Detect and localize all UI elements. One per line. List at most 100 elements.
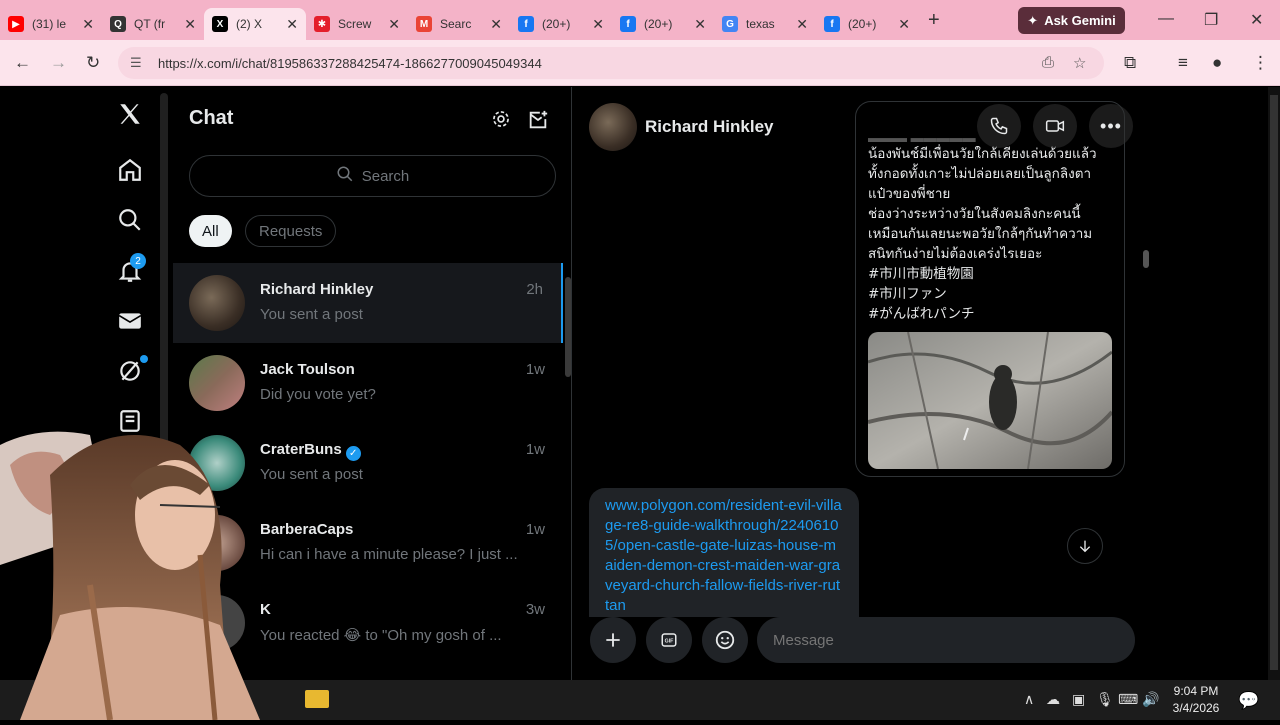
tab-close-icon[interactable]: ✕	[388, 16, 400, 33]
reload-icon[interactable]: ↻	[86, 53, 100, 73]
show-hidden-icons-chevron-icon[interactable]: ∧	[1024, 691, 1034, 708]
message-link[interactable]: www.polygon.com/resident-evil-village-re…	[605, 497, 842, 614]
tab-close-icon[interactable]: ✕	[82, 16, 94, 33]
filter-requests-tab[interactable]: Requests	[245, 215, 337, 247]
tab-close-icon[interactable]: ✕	[694, 16, 706, 33]
tab-close-icon[interactable]: ✕	[490, 16, 502, 33]
tray-app-icon[interactable]: ▣	[1072, 691, 1085, 708]
messages-mail-icon[interactable]	[116, 307, 144, 335]
emoji-icon	[715, 630, 735, 650]
video-call-button[interactable]	[1033, 104, 1077, 148]
close-window-button[interactable]: ✕	[1250, 10, 1263, 30]
install-app-icon[interactable]: ⎙	[1042, 54, 1054, 71]
x-icon: X	[212, 16, 228, 32]
back-icon[interactable]: ←	[14, 53, 31, 73]
more-dots-icon: •••	[1100, 115, 1122, 136]
tab-close-icon[interactable]: ✕	[184, 16, 196, 33]
scroll-down-button[interactable]	[1067, 528, 1103, 564]
explore-search-icon[interactable]	[116, 206, 144, 234]
filter-all-tab[interactable]: All	[189, 215, 232, 247]
home-icon[interactable]	[116, 156, 144, 184]
onedrive-cloud-icon[interactable]: ☁	[1046, 691, 1060, 708]
browser-tab[interactable]: f (20+) ✕	[816, 8, 918, 40]
conversation-pane: ▬▬▬ ▬▬▬▬▬ น้องพันช์มีเพื่อนวัยใกล้เคียงเ…	[573, 87, 1151, 680]
post-image[interactable]	[868, 332, 1112, 469]
phone-icon	[990, 117, 1008, 135]
qt-icon: Q	[110, 16, 126, 32]
page-scrollbar-thumb[interactable]	[1270, 95, 1278, 670]
tab-label: (20+)	[644, 17, 673, 31]
facebook-icon: f	[620, 16, 636, 32]
arrow-down-icon	[1079, 540, 1091, 553]
tab-close-icon[interactable]: ✕	[796, 16, 808, 33]
file-explorer-icon[interactable]	[305, 690, 329, 708]
tab-close-icon[interactable]: ✕	[286, 16, 298, 33]
system-clock[interactable]: 9:04 PM 3/4/2026	[1166, 683, 1226, 717]
chat-list-scrollbar[interactable]	[565, 267, 571, 677]
search-icon	[336, 165, 354, 187]
tab-label: (2) X	[236, 17, 263, 31]
chat-settings-gear-icon[interactable]	[491, 109, 511, 134]
gemini-icon: ✦	[1027, 12, 1039, 28]
browser-tab[interactable]: ▶ (31) le ✕	[0, 8, 102, 40]
tab-close-icon[interactable]: ✕	[898, 16, 910, 33]
browser-tab[interactable]: f (20+) ✕	[510, 8, 612, 40]
tab-strip: ▶ (31) le ✕ Q QT (fr ✕ X (2) X ✕ ✱ Screw ✕ M Searc ✕ f (…	[0, 0, 918, 40]
google-icon: G	[722, 16, 738, 32]
restore-button[interactable]: ❐	[1204, 10, 1218, 30]
site-info-icon[interactable]: ☰	[130, 55, 142, 71]
gif-button[interactable]: GIF	[646, 617, 692, 663]
extensions-icon[interactable]: ⧉	[1124, 53, 1136, 73]
tab-close-icon[interactable]: ✕	[592, 16, 604, 33]
browser-tab[interactable]: M Searc ✕	[408, 8, 510, 40]
volume-icon[interactable]: 🔊	[1142, 691, 1159, 708]
conversation-header[interactable]: Richard Hinkley	[589, 103, 774, 151]
svg-text:GIF: GIF	[665, 639, 675, 645]
minimize-button[interactable]: —	[1158, 10, 1174, 28]
add-attachment-button[interactable]	[590, 617, 636, 663]
ask-gemini-button[interactable]: ✦ Ask Gemini	[1018, 7, 1125, 34]
forward-icon[interactable]: →	[50, 53, 67, 73]
microphone-icon[interactable]: 🎙	[1096, 691, 1114, 708]
conversation-scrollbar-thumb[interactable]	[1143, 250, 1149, 268]
emoji-button[interactable]	[702, 617, 748, 663]
tab-label: (20+)	[542, 17, 571, 31]
browser-tab[interactable]: X (2) X ✕	[204, 8, 306, 40]
browser-tab[interactable]: Q QT (fr ✕	[102, 8, 204, 40]
gif-icon: GIF	[661, 633, 677, 647]
message-composer: GIF	[573, 617, 1151, 680]
chat-search-input[interactable]: Search	[189, 155, 556, 197]
video-camera-icon	[1045, 120, 1065, 132]
network-icon[interactable]: ⌨	[1118, 691, 1138, 708]
browser-tab-bar: ▶ (31) le ✕ Q QT (fr ✕ X (2) X ✕ ✱ Screw ✕ M Searc ✕ f (…	[0, 0, 1280, 40]
youtube-icon: ▶	[8, 16, 24, 32]
bookmark-star-icon[interactable]: ☆	[1073, 54, 1086, 72]
menu-kebab-icon[interactable]: ⋮	[1252, 53, 1269, 73]
new-tab-button[interactable]: +	[928, 9, 940, 32]
browser-tab[interactable]: f (20+) ✕	[612, 8, 714, 40]
conversation-item[interactable]: Richard Hinkley 2h You sent a post	[173, 263, 563, 343]
url-field[interactable]: ☰ https://x.com/i/chat/81958633728842547…	[118, 47, 1104, 79]
media-control-icon[interactable]: ≡	[1178, 53, 1188, 73]
grok-new-dot	[140, 355, 148, 363]
scrollbar-thumb[interactable]	[565, 277, 571, 377]
more-options-button[interactable]: •••	[1089, 104, 1133, 148]
facebook-icon: f	[824, 16, 840, 32]
shared-post-card[interactable]: ▬▬▬ ▬▬▬▬▬ น้องพันช์มีเพื่อนวัยใกล้เคียงเ…	[855, 101, 1125, 477]
page-scrollbar[interactable]	[1268, 87, 1280, 680]
facebook-icon: f	[518, 16, 534, 32]
browser-tab[interactable]: Gtexas ✕	[714, 8, 816, 40]
message-input[interactable]	[757, 617, 1135, 663]
x-logo-icon[interactable]	[116, 100, 144, 128]
tab-label: texas	[746, 17, 775, 31]
profile-avatar-icon[interactable]: ●	[1212, 53, 1222, 73]
new-message-icon[interactable]	[527, 109, 549, 136]
browser-tab[interactable]: ✱ Screw ✕	[306, 8, 408, 40]
sent-message-bubble[interactable]: www.polygon.com/resident-evil-village-re…	[589, 488, 859, 638]
gmail-icon: M	[416, 16, 432, 32]
voice-call-button[interactable]	[977, 104, 1021, 148]
right-sidebar	[1151, 87, 1280, 680]
tab-label: Searc	[440, 17, 472, 31]
conversation-item[interactable]: Jack Toulson 1w Did you vote yet?	[173, 343, 563, 423]
tab-label: (31) le	[32, 17, 67, 31]
